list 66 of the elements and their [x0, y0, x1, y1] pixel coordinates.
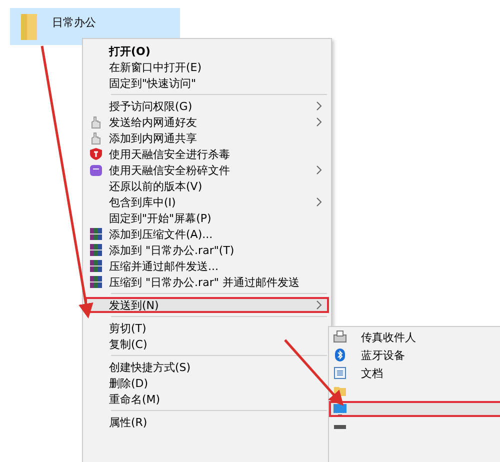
menu-item-label: 发送到(N): [109, 298, 160, 312]
menu-item[interactable]: 添加到 "日常办公.rar"(T): [85, 242, 329, 258]
menu-item[interactable]: 剪切(T): [85, 320, 329, 336]
menu-item-label: 添加到内网通共享: [109, 130, 198, 146]
archive-icon: [89, 227, 103, 241]
menu-item-label: 删除(D): [109, 376, 150, 390]
menu-item[interactable]: 复制(C): [85, 336, 329, 352]
menu-item[interactable]: 重命名(M): [85, 391, 329, 407]
archive-icon: [89, 275, 103, 289]
menu-item[interactable]: 压缩到 "日常办公.rar" 并通过邮件发送: [85, 274, 329, 290]
menu-item-label: 蓝牙设备: [361, 348, 406, 362]
menu-item-label: 创建快捷方式(S): [109, 360, 192, 374]
menu-item[interactable]: 固定到"开始"屏幕(P): [85, 210, 329, 226]
menu-item[interactable]: 发送到(N): [85, 297, 329, 313]
hand-icon: [89, 131, 103, 145]
menu-item[interactable]: 使用天融信安全粉碎文件: [85, 162, 329, 178]
menu-item-label: 使用天融信安全粉碎文件: [109, 162, 231, 178]
menu-item-label: 传真收件人: [361, 330, 417, 344]
document-icon: [333, 366, 347, 380]
menu-item-label: 发送给内网通好友: [109, 114, 198, 130]
menu-item-label: 添加到压缩文件(A)...: [109, 226, 214, 242]
menu-item-label: 文档: [361, 366, 384, 380]
monitor-icon: [333, 402, 347, 416]
menu-item-label: 在新窗口中打开(E): [109, 60, 203, 74]
menu-item-label: 压缩到 "日常办公.rar" 并通过邮件发送: [109, 274, 300, 290]
archive-icon: [89, 243, 103, 257]
menu-item[interactable]: 添加到内网通共享: [85, 130, 329, 146]
menu-item-label: 属性(R): [109, 414, 148, 430]
menu-item-label: 压缩并通过邮件发送...: [109, 258, 220, 274]
menu-item-label: 还原以前的版本(V): [109, 178, 204, 194]
menu-item[interactable]: 删除(D): [85, 375, 329, 391]
menu-item[interactable]: 打开(O): [85, 43, 329, 59]
fax-icon: [333, 330, 347, 344]
menu-item[interactable]: 在新窗口中打开(E): [85, 59, 329, 75]
menu-item[interactable]: 使用天融信安全进行杀毒: [85, 146, 329, 162]
hand-icon: [89, 115, 103, 129]
menu-item-label: 包含到库中(I): [109, 194, 177, 210]
menu-item-label: 固定到"开始"屏幕(P): [109, 210, 212, 226]
menu-item-label: 重命名(M): [109, 392, 162, 406]
menu-item-label: 添加到 "日常办公.rar"(T): [109, 242, 236, 258]
menu-item[interactable]: [329, 401, 500, 417]
shield-icon: [89, 147, 103, 161]
menu-item-label: 授予访问权限(G): [109, 98, 194, 114]
menu-item[interactable]: 还原以前的版本(V): [85, 178, 329, 194]
menu-item[interactable]: 创建快捷方式(S): [85, 359, 329, 375]
menu-item-label: 使用天融信安全进行杀毒: [109, 146, 231, 162]
menu-item[interactable]: 发送给内网通好友: [85, 114, 329, 130]
menu-item[interactable]: 添加到压缩文件(A)...: [85, 226, 329, 242]
menu-item[interactable]: 传真收件人: [329, 329, 500, 345]
shredder-icon: [89, 163, 103, 177]
menu-item-label: 剪切(T): [109, 320, 148, 336]
folder-icon: [20, 12, 38, 40]
bluetooth-icon: [333, 348, 347, 362]
menu-item[interactable]: 属性(R): [85, 414, 329, 430]
menu-item-label: 打开(O): [109, 44, 152, 58]
menu-item-label: 复制(C): [109, 336, 148, 352]
annotation-arrow: [284, 339, 344, 406]
menu-item[interactable]: 固定到"快速访问": [85, 75, 329, 91]
menu-item[interactable]: 压缩并通过邮件发送...: [85, 258, 329, 274]
menu-item[interactable]: 蓝牙设备: [329, 347, 500, 363]
menu-item[interactable]: 包含到库中(I): [85, 194, 329, 210]
folder-name: 日常办公: [52, 15, 96, 30]
archive-icon: [89, 259, 103, 273]
menu-item[interactable]: 文档: [329, 365, 500, 381]
menu-item[interactable]: 授予访问权限(G): [85, 98, 329, 114]
menu-item-label: 固定到"快速访问": [109, 76, 198, 90]
